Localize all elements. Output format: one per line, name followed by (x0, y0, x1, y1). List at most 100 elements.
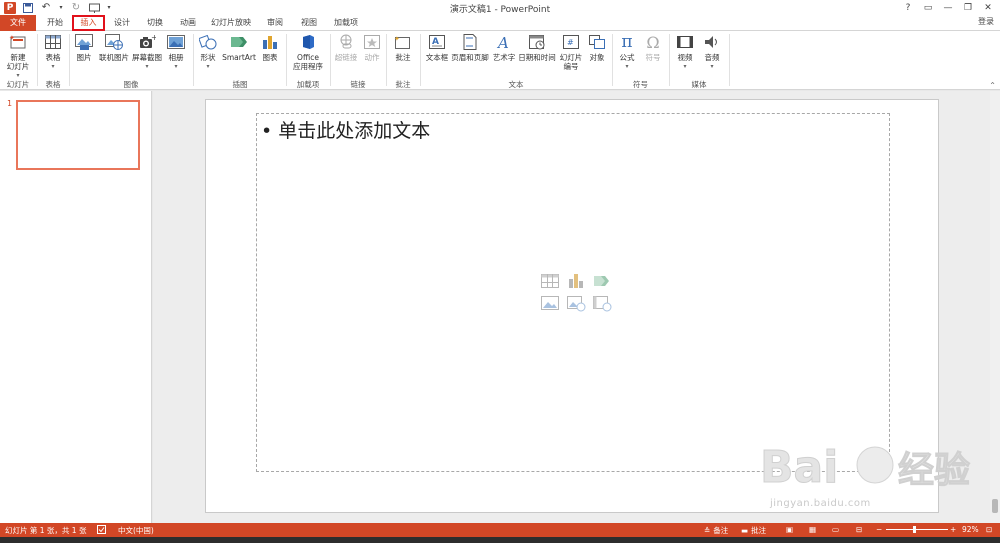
tab-review[interactable]: 审阅 (260, 15, 290, 31)
hyperlink-button[interactable]: 超链接 (333, 33, 359, 62)
window-title: 演示文稿1 - PowerPoint (449, 5, 551, 15)
omega-icon: Ω (646, 32, 660, 52)
content-placeholder[interactable]: • 单击此处添加文本 (256, 113, 890, 472)
photo-album-icon (167, 33, 185, 51)
status-bar: 幻灯片 第 1 张，共 1 张 中文(中国) ≙ 备注 ▬ 批注 ▣ ▦ ▭ ⊟… (0, 523, 1000, 537)
speaker-icon (703, 33, 721, 51)
equation-button[interactable]: π 公式 ▾ (615, 33, 639, 71)
comment-button[interactable]: ✦ 批注 (390, 33, 416, 62)
smartart-button[interactable]: SmartArt (222, 33, 256, 62)
insert-picture-icon[interactable] (540, 294, 560, 312)
office-apps-button[interactable]: Office 应用程序 (289, 33, 327, 71)
help-icon[interactable]: ? (898, 0, 918, 15)
scrollbar-thumb[interactable] (992, 499, 998, 513)
new-slide-label-2: 幻灯片 (6, 62, 30, 71)
chart-icon (261, 33, 279, 51)
slide-number-button[interactable]: # 幻灯片 编号 (558, 33, 584, 71)
slideshow-view-icon[interactable]: ⊟ (856, 525, 862, 534)
restore-icon[interactable]: ❐ (958, 0, 978, 15)
zoom-in-icon[interactable]: + (950, 525, 956, 534)
chart-button[interactable]: 图表 (258, 33, 282, 62)
insert-online-picture-icon[interactable] (566, 294, 586, 312)
notes-label: 备注 (713, 526, 729, 535)
chevron-down-icon: ▾ (710, 63, 714, 70)
baidu-logo: Bai 经验 (760, 442, 971, 494)
photo-album-label: 相册 (168, 53, 184, 62)
tab-insert[interactable]: 插入 (72, 15, 105, 31)
group-label-tables: 表格 (45, 80, 61, 89)
placeholder-text[interactable]: • 单击此处添加文本 (261, 116, 430, 143)
video-button[interactable]: 视频 ▾ (673, 33, 697, 71)
screenshot-button[interactable]: + 屏幕截图 ▾ (131, 33, 163, 71)
chart-label: 图表 (262, 53, 278, 62)
tab-addins[interactable]: 加载项 (328, 15, 364, 31)
notes-button[interactable]: ≙ 备注 (704, 525, 728, 536)
group-label-links: 链接 (350, 80, 366, 89)
insert-smartart-icon[interactable] (592, 272, 612, 290)
slide-thumbnail[interactable] (16, 100, 140, 170)
svg-text:✦: ✦ (9, 34, 15, 42)
symbol-button[interactable]: Ω 符号 (641, 33, 665, 62)
textbox-button[interactable]: A 文本框 (423, 33, 451, 62)
tab-view[interactable]: 视图 (294, 15, 324, 31)
table-button[interactable]: 表格 ▾ (40, 33, 66, 71)
slide-counter[interactable]: 幻灯片 第 1 张，共 1 张 (5, 525, 86, 536)
login-link[interactable]: 登录 (978, 16, 994, 27)
insert-table-icon[interactable] (540, 272, 560, 290)
normal-view-icon[interactable]: ▣ (786, 525, 793, 534)
group-label-symbols: 符号 (633, 80, 648, 89)
header-footer-button[interactable]: 页眉和页脚 (450, 33, 490, 62)
thumbnail-number: 1 (7, 99, 13, 108)
minimize-icon[interactable]: — (938, 0, 958, 15)
svg-text:经验: 经验 (898, 450, 970, 491)
shapes-button[interactable]: 形状 ▾ (196, 33, 220, 71)
language-indicator[interactable]: 中文(中国) (118, 525, 154, 536)
online-picture-label: 联机图片 (99, 53, 129, 62)
tab-design[interactable]: 设计 (107, 15, 137, 31)
chevron-down-icon: ▾ (174, 63, 178, 70)
zoom-slider[interactable] (886, 526, 948, 533)
zoom-percent[interactable]: 92% (962, 525, 979, 534)
insert-video-icon[interactable] (592, 294, 612, 312)
collapse-ribbon-icon[interactable]: ⌃ (989, 81, 996, 90)
wordart-button[interactable]: A 艺术字 (491, 33, 517, 62)
chevron-down-icon: ▾ (145, 63, 149, 70)
svg-text:✦: ✦ (394, 35, 400, 43)
wordart-icon: A (495, 33, 513, 51)
tab-home[interactable]: 开始 (40, 15, 70, 31)
date-time-button[interactable]: 日期和时间 (517, 33, 557, 62)
watermark-url: jingyan.baidu.com (770, 498, 871, 509)
reading-view-icon[interactable]: ▭ (832, 525, 839, 534)
object-button[interactable]: 对象 (585, 33, 609, 62)
equation-label: 公式 (619, 53, 635, 62)
smartart-label: SmartArt (222, 53, 256, 62)
close-icon[interactable]: ✕ (978, 0, 998, 15)
insert-chart-icon[interactable] (566, 272, 586, 290)
table-icon (44, 33, 62, 51)
symbol-label: 符号 (645, 53, 661, 62)
action-label: 动作 (364, 53, 380, 62)
hyperlink-icon (337, 33, 355, 51)
new-slide-label: 新建 (10, 53, 26, 62)
shapes-icon (199, 33, 217, 51)
picture-button[interactable]: 图片 (72, 33, 96, 62)
audio-button[interactable]: 音频 ▾ (700, 33, 724, 71)
action-button[interactable]: 动作 (361, 33, 383, 62)
slide-sorter-view-icon[interactable]: ▦ (809, 525, 816, 534)
comments-button[interactable]: ▬ 批注 (741, 525, 766, 536)
tab-animations[interactable]: 动画 (173, 15, 203, 31)
tab-file[interactable]: 文件 (0, 15, 36, 31)
zoom-slider-thumb[interactable] (913, 526, 916, 533)
ribbon-display-options-icon[interactable]: ▭ (918, 0, 938, 15)
vertical-scrollbar[interactable] (990, 91, 1000, 523)
tab-slideshow[interactable]: 幻灯片放映 (206, 15, 256, 31)
zoom-out-icon[interactable]: − (876, 525, 882, 534)
fit-to-window-icon[interactable]: ⊡ (986, 525, 992, 534)
new-slide-button[interactable]: ✦ 新建 幻灯片 ▾ (2, 33, 34, 80)
baidu-watermark: Bai 经验 jingyan.baidu.com (760, 430, 990, 520)
online-picture-button[interactable]: 联机图片 (98, 33, 130, 62)
office-apps-label: Office (297, 53, 319, 62)
photo-album-button[interactable]: 相册 ▾ (164, 33, 188, 71)
spelling-icon[interactable] (97, 525, 106, 534)
tab-transitions[interactable]: 切换 (140, 15, 170, 31)
